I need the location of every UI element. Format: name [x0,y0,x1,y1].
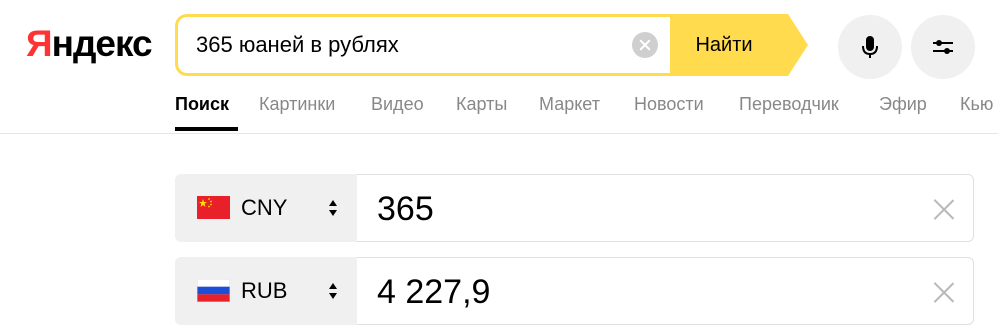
tab-market[interactable]: Маркет [539,92,600,116]
search-settings-button[interactable] [911,15,975,79]
cn-flag-icon [197,196,230,219]
active-tab-indicator [175,127,238,131]
amount-field-from[interactable]: 365 [357,174,974,242]
sliders-icon [933,40,953,54]
clear-amount-to-icon[interactable] [933,281,955,303]
tab-search[interactable]: Поиск [175,92,229,116]
search-button-label: Найти [695,33,753,56]
yandex-logo[interactable]: Яндекс [26,22,153,66]
search-field [175,14,670,76]
tab-news[interactable]: Новости [634,92,704,116]
search-bar: Найти [175,14,808,76]
converter-row-from: CNY 365 [175,174,975,242]
tab-translator[interactable]: Переводчик [739,92,839,116]
tab-maps[interactable]: Карты [456,92,507,116]
currency-code-to: RUB [241,278,288,303]
ru-flag-icon [197,279,230,302]
amount-value-to: 4 227,9 [377,273,491,311]
tab-video[interactable]: Видео [371,92,424,116]
clear-amount-from-icon[interactable] [933,198,955,220]
tab-q[interactable]: Кью [960,92,993,116]
search-button-arrow[interactable] [788,14,808,76]
header-divider [0,133,998,134]
clear-search-icon[interactable] [632,32,658,58]
search-input[interactable] [196,17,616,73]
microphone-icon [862,36,878,58]
converter-row-to: RUB 4 227,9 [175,257,975,325]
logo-rest: ндекс [51,23,153,64]
logo-first-letter: Я [26,23,53,64]
currency-code-from: CNY [241,195,288,220]
currency-select-from[interactable]: CNY [175,174,357,242]
tab-images[interactable]: Картинки [259,92,335,116]
search-tabs: Поиск Картинки Видео Карты Маркет Новост… [175,92,998,116]
search-button[interactable]: Найти [670,14,788,76]
sort-arrows-icon [329,283,337,299]
sort-arrows-icon [329,200,337,216]
amount-field-to[interactable]: 4 227,9 [357,257,974,325]
voice-search-button[interactable] [838,15,902,79]
tab-efir[interactable]: Эфир [879,92,927,116]
amount-value-from: 365 [377,190,434,228]
currency-select-to[interactable]: RUB [175,257,357,325]
